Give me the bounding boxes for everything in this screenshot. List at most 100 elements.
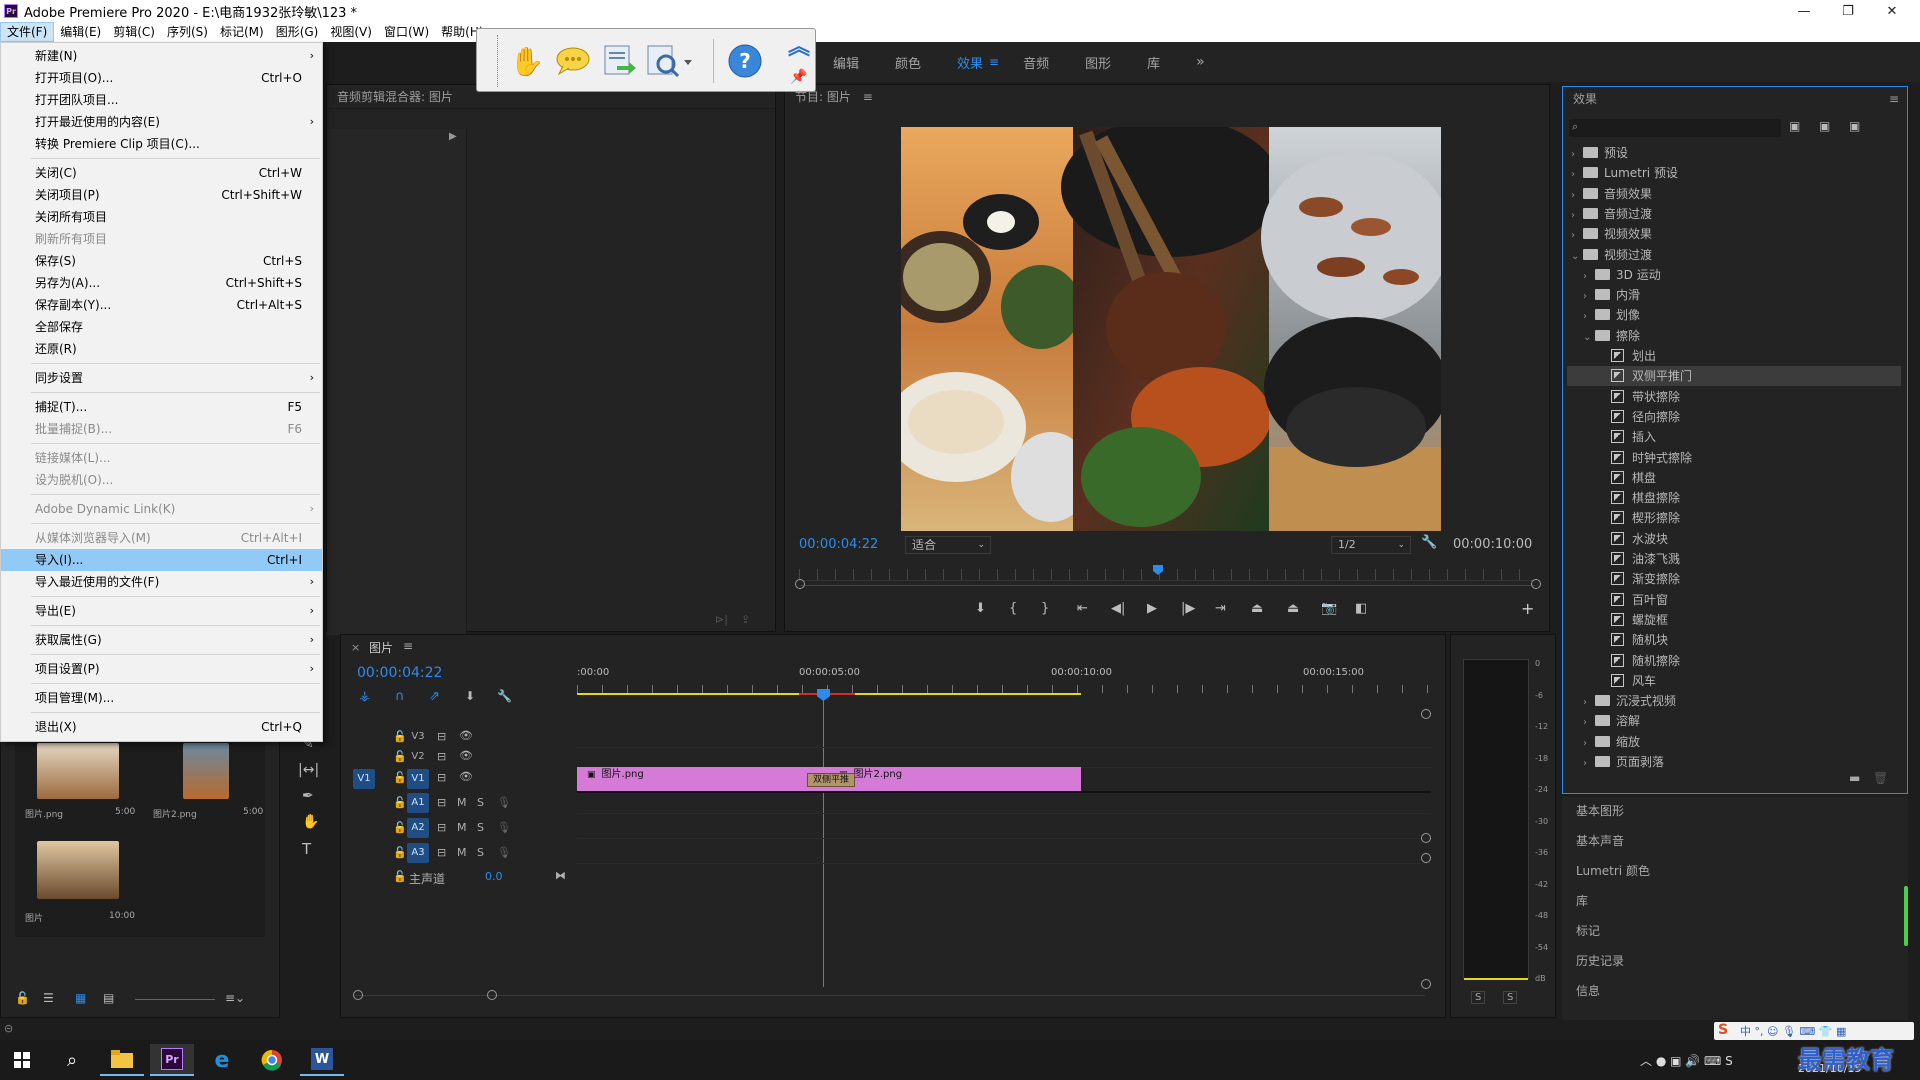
vertical-zoom-handle[interactable] bbox=[1421, 979, 1431, 989]
chevron-right-icon[interactable]: › bbox=[1583, 287, 1595, 307]
hand-pan-icon[interactable]: ✋ bbox=[507, 41, 547, 81]
effects-tree-folder[interactable]: › 页面剥落 bbox=[1567, 752, 1901, 772]
lock-icon[interactable]: 🔓 bbox=[393, 846, 407, 859]
effects-tree-folder[interactable]: › 预设 bbox=[1567, 143, 1901, 163]
toolbar-grip[interactable] bbox=[497, 35, 499, 87]
effects-tree-item[interactable]: 水波块 bbox=[1567, 529, 1901, 549]
effects-tree-item[interactable]: 棋盘 bbox=[1567, 468, 1901, 488]
file-menu-item[interactable]: 关闭所有项目 bbox=[1, 206, 322, 228]
effects-tree-folder[interactable]: › 音频效果 bbox=[1567, 184, 1901, 204]
vertical-zoom-handle[interactable] bbox=[1421, 853, 1431, 863]
pin-icon[interactable]: 📌 bbox=[783, 63, 815, 91]
lock-icon[interactable]: 🔓 bbox=[393, 730, 407, 743]
lock-icon[interactable]: 🔓 bbox=[393, 796, 407, 809]
chevron-right-icon[interactable]: › bbox=[1571, 165, 1583, 185]
tracks-area[interactable]: ▣ 图片.png ▣图片2.png双侧平推 bbox=[577, 727, 1431, 977]
effects-tree-item[interactable]: 带状擦除 bbox=[1567, 387, 1901, 407]
effects-tree-item[interactable]: 随机擦除 bbox=[1567, 651, 1901, 671]
snap-magnet-icon[interactable]: ∩ bbox=[395, 689, 405, 704]
wrench-icon[interactable]: 🔧 bbox=[1421, 535, 1437, 550]
file-menu-item[interactable]: 关闭项目(P) Ctrl+Shift+W bbox=[1, 184, 322, 206]
zoom-handle-right[interactable] bbox=[487, 990, 497, 1000]
horizontal-zoom-bar[interactable] bbox=[355, 995, 1425, 996]
track-label[interactable]: A2 bbox=[407, 818, 429, 838]
chevron-right-icon[interactable]: › bbox=[1583, 734, 1595, 754]
solo-left-button[interactable]: S bbox=[1471, 991, 1486, 1004]
timeline-timecode[interactable]: 00:00:04:22 bbox=[357, 665, 442, 681]
effects-tree-item[interactable]: 螺旋框 bbox=[1567, 610, 1901, 630]
sync-lock-icon[interactable]: ⊟ bbox=[437, 730, 446, 743]
file-menu-item[interactable]: 保存副本(Y)... Ctrl+Alt+S bbox=[1, 294, 322, 316]
premiere-taskbar-icon[interactable]: Pr bbox=[150, 1044, 194, 1076]
vertical-zoom-handle[interactable] bbox=[1421, 709, 1431, 719]
minimize-icon[interactable]: — bbox=[1782, 0, 1826, 22]
effects-tree-folder[interactable]: › 溶解 bbox=[1567, 711, 1901, 731]
thumbnail-sequence[interactable] bbox=[37, 841, 119, 899]
zoom-handle-left[interactable] bbox=[795, 579, 805, 589]
effects-tree-item[interactable]: 楔形擦除 bbox=[1567, 508, 1901, 528]
step-forward-icon[interactable]: |▶ bbox=[1181, 601, 1195, 616]
panel-menu-icon[interactable]: ≡ bbox=[863, 90, 873, 104]
menu-sequence[interactable]: 序列(S) bbox=[161, 22, 214, 42]
effects-tree-folder[interactable]: › 3D 运动 bbox=[1567, 265, 1901, 285]
workspace-tab-graphics[interactable]: 图形 bbox=[1067, 53, 1129, 72]
go-to-next-icon[interactable]: ⧓ bbox=[555, 869, 566, 882]
file-menu-item[interactable]: 打开团队项目... bbox=[1, 89, 322, 111]
hand-tool-icon[interactable]: ✋ bbox=[302, 814, 319, 830]
file-menu-item[interactable]: 打开最近使用的内容(E) › bbox=[1, 111, 322, 133]
timeline-clip[interactable]: ▣图片2.png bbox=[829, 767, 1081, 791]
lock-icon[interactable]: 🔓 bbox=[393, 870, 407, 883]
comparison-view-icon[interactable]: ◧ bbox=[1355, 601, 1367, 616]
slip-tool-icon[interactable]: |↔| bbox=[298, 762, 319, 778]
chevron-right-icon[interactable]: › bbox=[1583, 307, 1595, 327]
effects-tree-item[interactable]: 随机块 bbox=[1567, 630, 1901, 650]
scroll-indicator[interactable] bbox=[1904, 886, 1908, 946]
system-tray-icons[interactable]: ︿ ● ▣ 🔊 ⌨ S bbox=[1640, 1052, 1733, 1069]
go-to-out-icon[interactable]: ⇥ bbox=[1215, 601, 1226, 616]
workspace-menu-icon[interactable]: ≡ bbox=[989, 55, 999, 69]
menu-file[interactable]: 文件(F) bbox=[0, 22, 55, 42]
sync-lock-icon[interactable]: ⊟ bbox=[437, 771, 446, 784]
file-explorer-icon[interactable] bbox=[100, 1044, 144, 1076]
zoom-handle-left[interactable] bbox=[353, 990, 363, 1000]
chevron-right-icon[interactable]: › bbox=[1583, 267, 1595, 287]
icon-view-icon[interactable]: ▦ bbox=[75, 991, 86, 1005]
chevron-right-icon[interactable]: › bbox=[1571, 206, 1583, 226]
panel-essential-sound[interactable]: 基本声音 bbox=[1576, 826, 1624, 856]
workspace-tab-edit[interactable]: 编辑 bbox=[815, 53, 877, 72]
sort-icon[interactable]: ≡⌄ bbox=[225, 991, 245, 1005]
effects-tree-item[interactable]: 油漆飞溅 bbox=[1567, 549, 1901, 569]
panel-libraries[interactable]: 库 bbox=[1576, 886, 1588, 916]
go-to-in-icon[interactable]: ⇤ bbox=[1077, 601, 1088, 616]
microphone-icon[interactable]: 🎙 bbox=[497, 796, 511, 809]
solo-button[interactable]: S bbox=[477, 846, 484, 859]
windows-start-icon[interactable] bbox=[0, 1044, 44, 1076]
maximize-icon[interactable]: ❐ bbox=[1826, 0, 1870, 22]
effects-tree-folder[interactable]: › 内滑 bbox=[1567, 285, 1901, 305]
file-menu-item[interactable]: 保存(S) Ctrl+S bbox=[1, 250, 322, 272]
expand-arrow-icon[interactable]: ▶ bbox=[449, 131, 457, 142]
eye-icon[interactable]: 👁 bbox=[459, 749, 473, 762]
effects-tree-item[interactable]: 时钟式擦除 bbox=[1567, 448, 1901, 468]
effects-tree-folder[interactable]: › 音频过渡 bbox=[1567, 204, 1901, 224]
effects-tree-folder[interactable]: › 划像 bbox=[1567, 305, 1901, 325]
file-menu-item[interactable]: 捕捉(T)... F5 bbox=[1, 396, 322, 418]
file-menu-item[interactable]: 打开项目(O)... Ctrl+O bbox=[1, 67, 322, 89]
effects-tree-folder[interactable]: › 沉浸式视频 bbox=[1567, 691, 1901, 711]
track-label[interactable]: V2 bbox=[407, 747, 429, 767]
search-icon[interactable]: ⌕ bbox=[50, 1044, 94, 1076]
lock-icon[interactable]: 🔓 bbox=[393, 821, 407, 834]
effects-tree-item[interactable]: 径向擦除 bbox=[1567, 407, 1901, 427]
sync-lock-icon[interactable]: ⊟ bbox=[437, 846, 446, 859]
panel-menu-icon[interactable]: ≡ bbox=[403, 639, 413, 653]
sync-lock-icon[interactable]: ⊟ bbox=[437, 750, 446, 763]
nest-icon[interactable]: ⚶ bbox=[359, 689, 370, 704]
file-menu-item[interactable]: 退出(X) Ctrl+Q bbox=[1, 716, 322, 738]
new-bin-icon[interactable]: ▬ bbox=[1849, 771, 1860, 785]
lock-icon[interactable]: 🔓 bbox=[393, 771, 407, 784]
file-menu-item[interactable]: 导入最近使用的文件(F) › bbox=[1, 571, 322, 593]
mute-button[interactable]: M bbox=[457, 796, 467, 809]
effects-tree-item[interactable]: 渐变擦除 bbox=[1567, 569, 1901, 589]
export-icon[interactable]: ⇪ bbox=[741, 613, 750, 626]
effects-tree-item[interactable]: 风车 bbox=[1567, 671, 1901, 691]
